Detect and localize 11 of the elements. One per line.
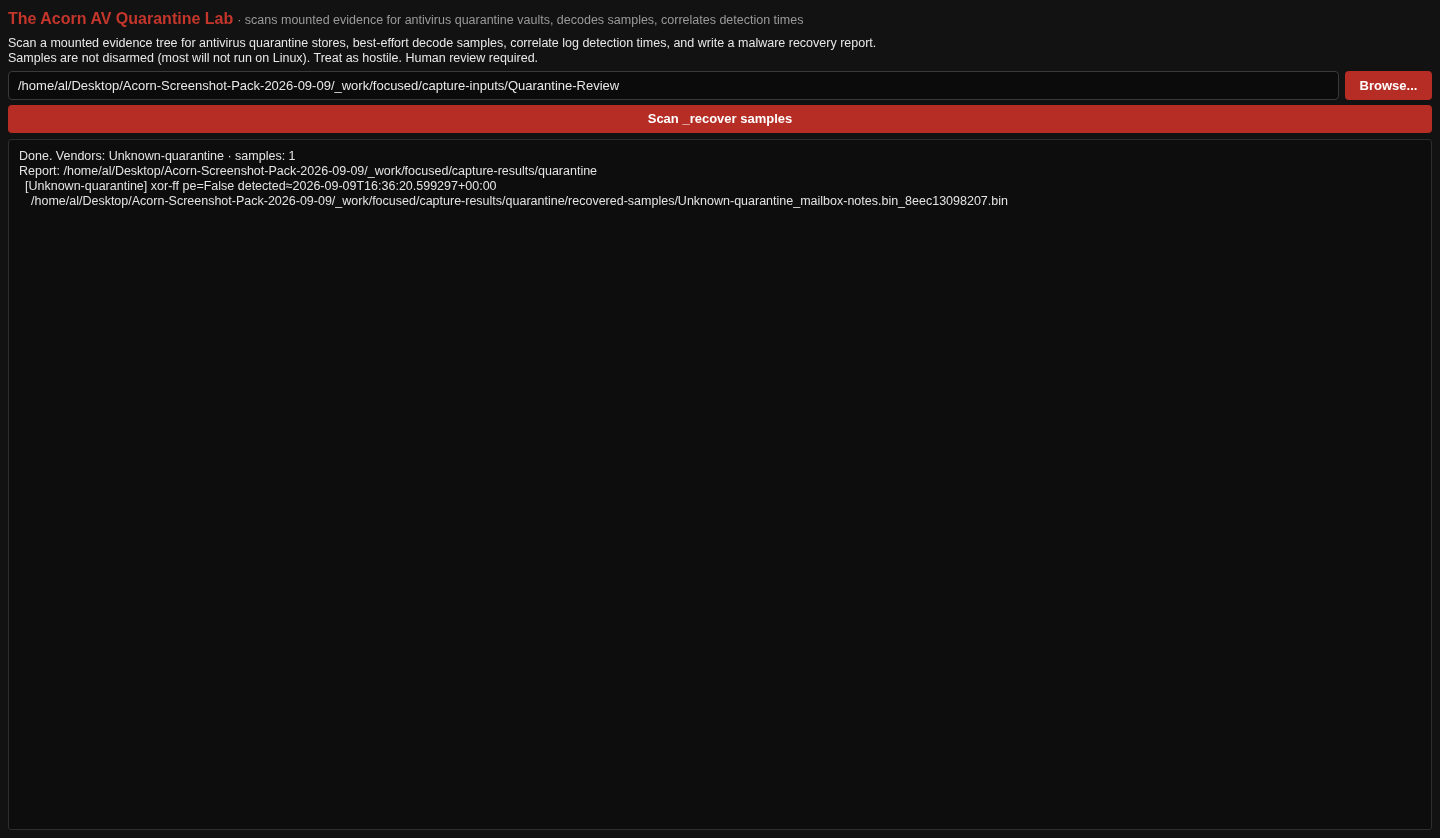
log-line: Report: /home/al/Desktop/Acorn-Screenshot-Pack-2026-09-09/_work/focused/capture-results/quarantine [19,164,598,179]
description-text: Samples are not disarmed (most will not run on Linux). Treat as hostile. Human review required. [8,51,539,66]
app-subtitle: · scans mounted evidence for antivirus quarantine vaults, decodes samples, correlates detection times [237,12,804,29]
browse-button[interactable]: Browse... [1345,71,1432,100]
app-title: The Acorn AV Quarantine Lab [8,9,234,29]
scan-button[interactable]: Scan _recover samples [8,105,1432,133]
description-text: Scan a mounted evidence tree for antivirus quarantine stores, best-effort decode samples, correlate log detection times, and write a malware recovery report. [8,36,877,51]
log-line: /home/al/Desktop/Acorn-Screenshot-Pack-2026-09-09/_work/focused/capture-results/quarantine/recovered-samples/Unknown-quarantine_mailbox-notes.bin_8eec13098207.bin [31,194,1008,209]
path-field[interactable]: /home/al/Desktop/Acorn-Screenshot-Pack-2026-09-09/_work/focused/capture-inputs/Quarantine-Review [8,71,1339,100]
log-line: [Unknown-quarantine] xor-ff pe=False detected≈2026-09-09T16:36:20.599297+00:00 [25,179,497,194]
log-line: Done. Vendors: Unknown-quarantine · samples: 1 [19,149,296,164]
